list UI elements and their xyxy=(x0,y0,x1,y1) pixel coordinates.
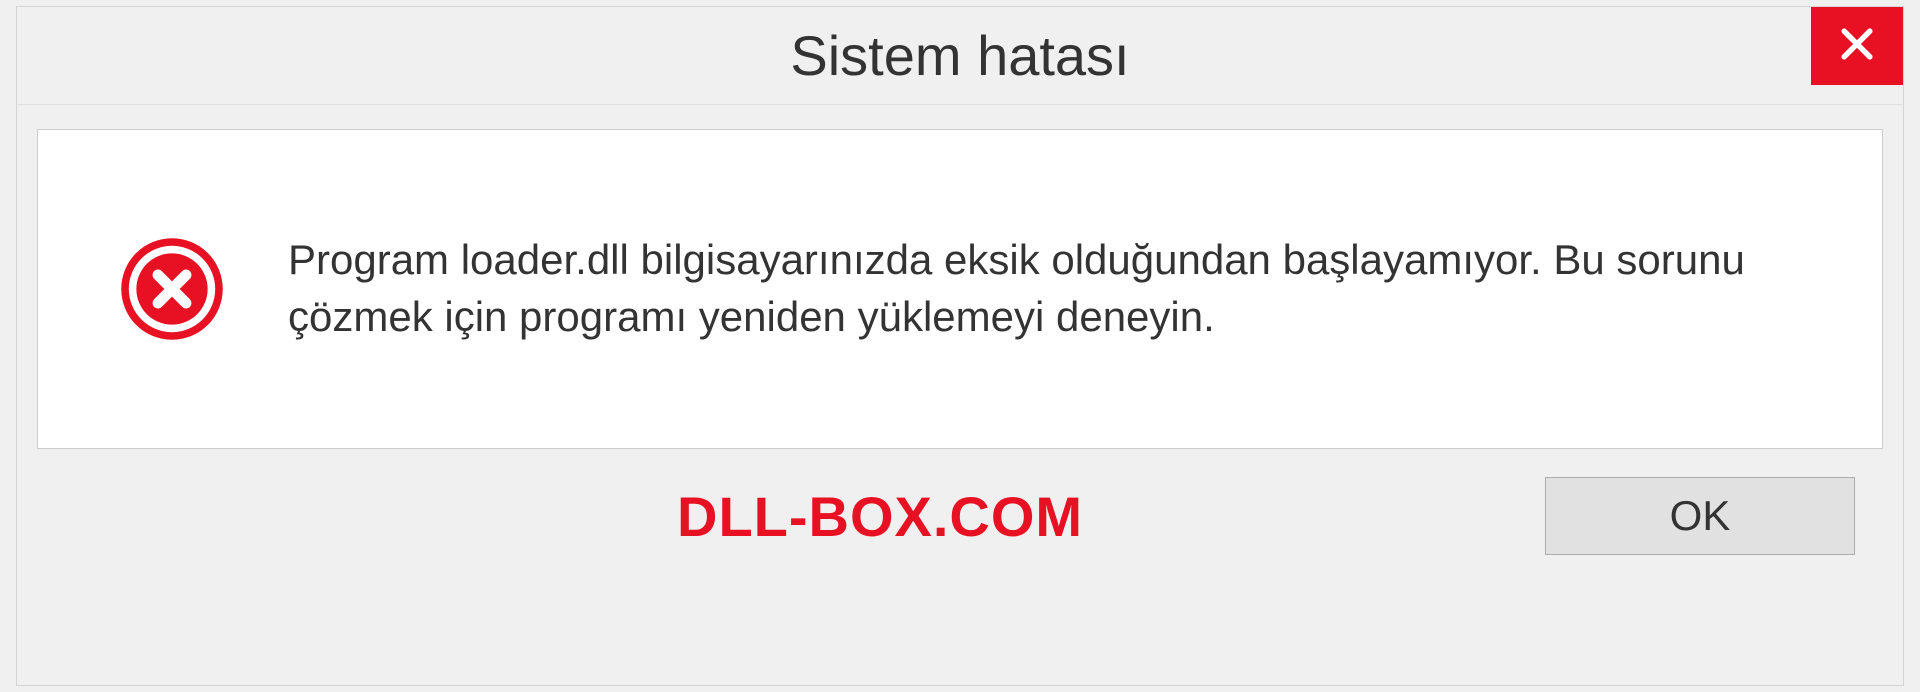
title-bar: Sistem hatası xyxy=(17,7,1903,105)
error-dialog: Sistem hatası Program lo xyxy=(16,6,1904,686)
dialog-title: Sistem hatası xyxy=(790,23,1129,88)
dialog-footer: DLL-BOX.COM OK xyxy=(37,449,1883,571)
ok-button[interactable]: OK xyxy=(1545,477,1855,555)
content-area: Program loader.dll bilgisayarınızda eksi… xyxy=(17,105,1903,685)
error-icon xyxy=(118,235,226,343)
close-button[interactable] xyxy=(1811,7,1903,85)
close-icon xyxy=(1835,22,1879,71)
message-panel: Program loader.dll bilgisayarınızda eksi… xyxy=(37,129,1883,449)
watermark-text: DLL-BOX.COM xyxy=(37,484,1083,549)
error-message: Program loader.dll bilgisayarınızda eksi… xyxy=(288,232,1826,345)
